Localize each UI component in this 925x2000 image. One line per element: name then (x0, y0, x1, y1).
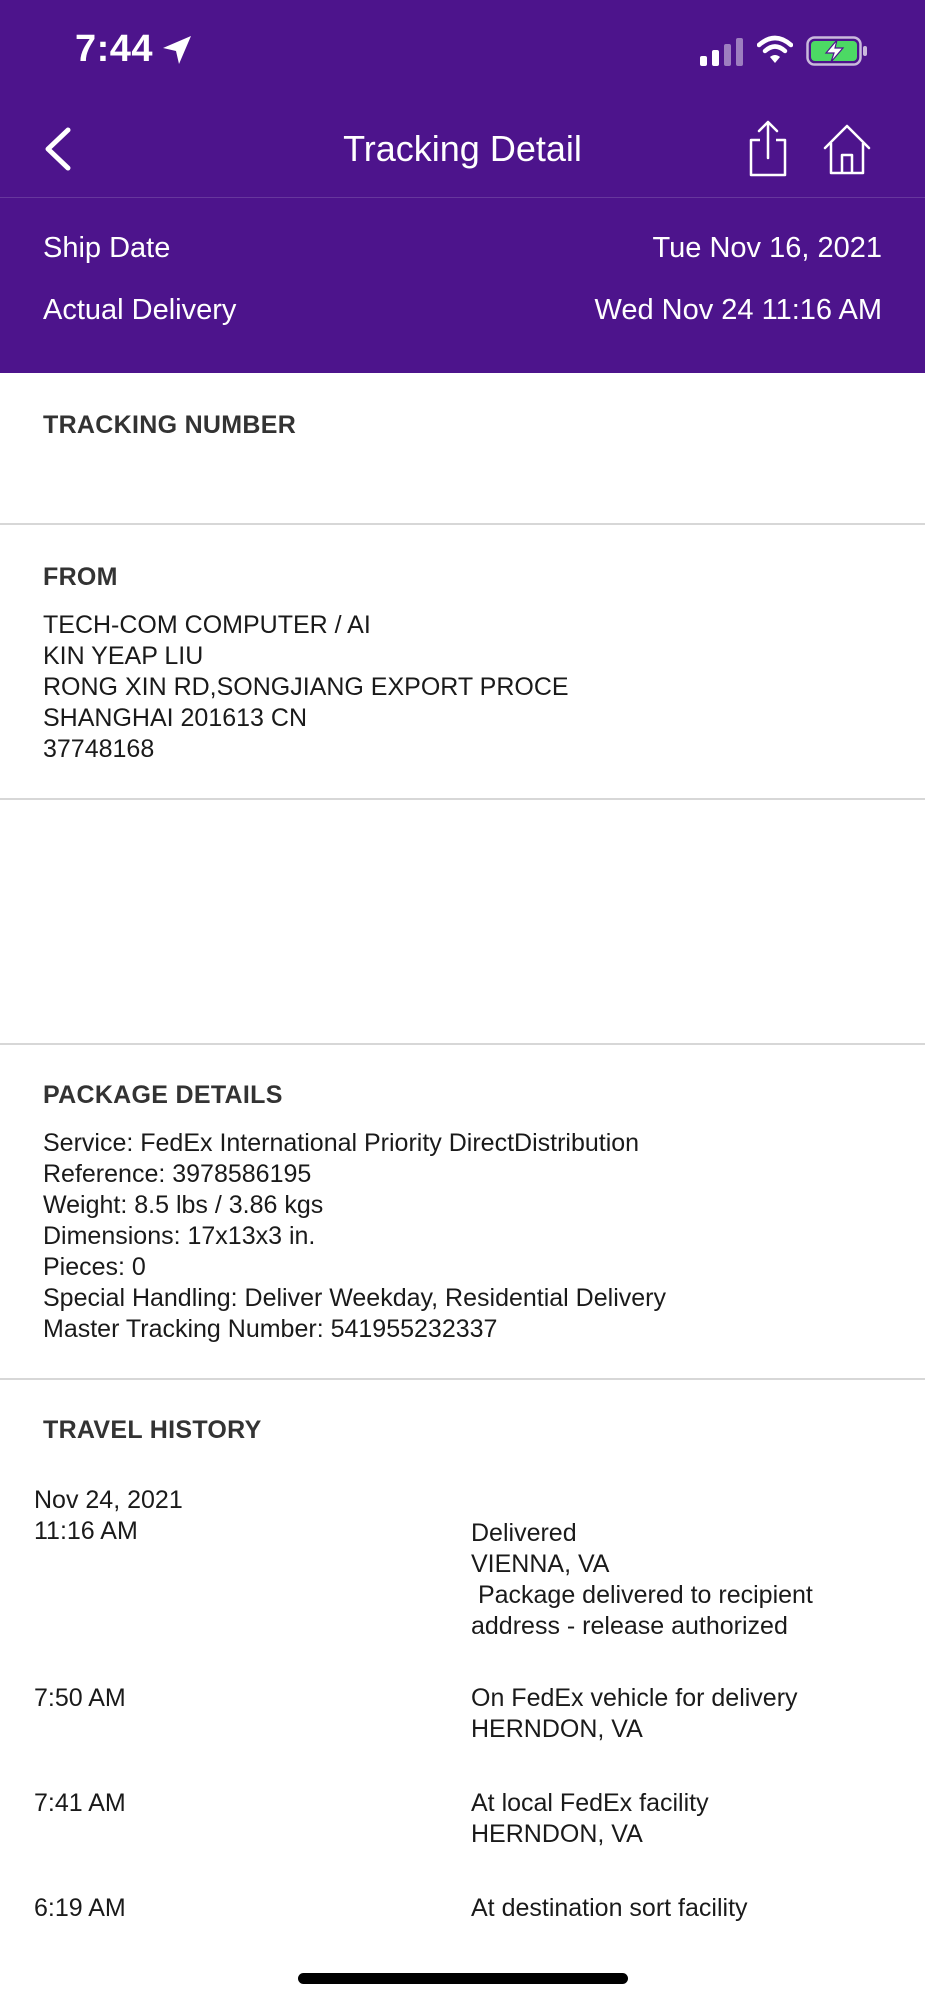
home-indicator[interactable] (298, 1973, 628, 1984)
package-details-section: PACKAGE DETAILS Service: FedEx Internati… (0, 1045, 925, 1380)
history-event-line: address - release authorized (471, 1612, 788, 1640)
history-event-line: At destination sort facility (471, 1894, 748, 1922)
history-event-line: HERNDON, VA (471, 1820, 643, 1848)
from-line: SHANGHAI 201613 CN (43, 704, 308, 732)
history-event-time: 7:50 AM (34, 1684, 126, 1712)
home-icon[interactable] (822, 122, 872, 176)
history-event-time: 7:41 AM (34, 1789, 126, 1817)
actual-delivery-value: Wed Nov 24 11:16 AM (594, 294, 882, 326)
from-line: 37748168 (43, 735, 155, 763)
history-event-details: At local FedEx facility HERNDON, VA (471, 1788, 709, 1850)
package-detail-line: Service: FedEx International Priority Di… (43, 1129, 640, 1157)
status-bar: 7:44 (0, 0, 925, 100)
ship-date-label: Ship Date (43, 232, 171, 264)
nav-bar: Tracking Detail (0, 100, 925, 198)
package-details-list: Service: FedEx International Priority Di… (43, 1128, 666, 1345)
ship-date-row: Ship Date Tue Nov 16, 2021 (43, 232, 882, 272)
blank-section (0, 800, 925, 1045)
from-address: TECH-COM COMPUTER / AI KIN YEAP LIU RONG… (43, 610, 569, 765)
tracking-number-section: TRACKING NUMBER (0, 373, 925, 525)
history-event-details: Delivered VIENNA, VA Package delivered t… (471, 1518, 813, 1642)
from-title: FROM (43, 563, 118, 591)
actual-delivery-label: Actual Delivery (43, 294, 237, 326)
from-line: RONG XIN RD,SONGJIANG EXPORT PROCE (43, 673, 569, 701)
header: 7:44 Tracking Detail Ship Date Tue Nov 1… (0, 0, 925, 373)
package-detail-line: Reference: 3978586195 (43, 1160, 312, 1188)
history-event-line: Package delivered to recipient (471, 1581, 813, 1609)
wifi-icon (757, 35, 793, 63)
tracking-number-title: TRACKING NUMBER (43, 411, 297, 439)
history-event-line: At local FedEx facility (471, 1789, 709, 1817)
ship-date-value: Tue Nov 16, 2021 (652, 232, 882, 264)
cellular-signal-icon (700, 38, 743, 66)
share-icon[interactable] (743, 120, 793, 178)
package-detail-line: Master Tracking Number: 541955232337 (43, 1315, 498, 1343)
from-line: KIN YEAP LIU (43, 642, 204, 670)
history-event-details: On FedEx vehicle for delivery HERNDON, V… (471, 1683, 798, 1745)
location-arrow-icon (163, 36, 191, 64)
history-event-details: At destination sort facility (471, 1893, 748, 1924)
package-detail-line: Pieces: 0 (43, 1253, 146, 1281)
package-detail-line: Weight: 8.5 lbs / 3.86 kgs (43, 1191, 324, 1219)
history-event-time: 6:19 AM (34, 1894, 126, 1922)
package-details-title: PACKAGE DETAILS (43, 1081, 283, 1109)
history-event-line: VIENNA, VA (471, 1550, 610, 1578)
history-event-line: HERNDON, VA (471, 1715, 643, 1743)
history-event-line: On FedEx vehicle for delivery (471, 1684, 798, 1712)
history-date: Nov 24, 2021 (34, 1486, 183, 1514)
history-event-time: 11:16 AM (34, 1517, 138, 1545)
from-section: FROM TECH-COM COMPUTER / AI KIN YEAP LIU… (0, 525, 925, 800)
actual-delivery-row: Actual Delivery Wed Nov 24 11:16 AM (43, 294, 882, 334)
status-time: 7:44 (75, 28, 154, 70)
from-line: TECH-COM COMPUTER / AI (43, 611, 371, 639)
package-detail-line: Dimensions: 17x13x3 in. (43, 1222, 316, 1250)
battery-charging-icon (806, 36, 867, 66)
package-detail-line: Special Handling: Deliver Weekday, Resid… (43, 1284, 666, 1312)
travel-history-title: TRAVEL HISTORY (43, 1416, 262, 1444)
history-event-line: Delivered (471, 1519, 577, 1547)
